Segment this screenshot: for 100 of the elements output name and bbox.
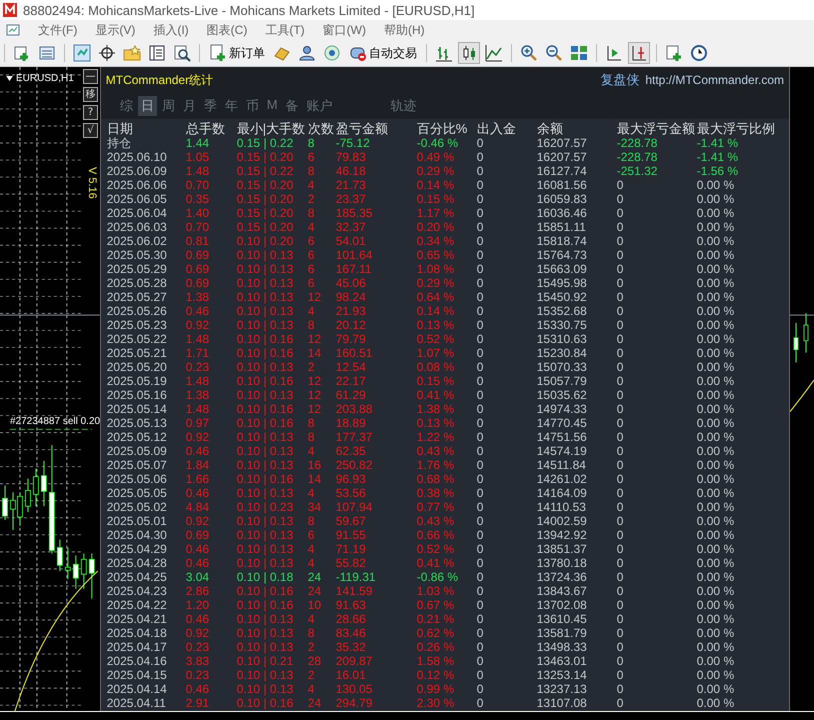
table-cell-text: 0 [616,206,624,220]
crosshair-icon[interactable] [97,43,117,63]
panel-side-button[interactable]: 移 [83,87,98,102]
menu-item[interactable]: 显示(V) [87,22,146,38]
table-cell-text: 0.10 | 0.23 [236,500,294,514]
panel-tab[interactable]: 周 [158,96,178,116]
table-cell-text: 107.94 [336,500,374,514]
table-cell-text: 2025.05.12 [106,430,168,444]
table-cell-text: 1.38 [186,388,210,402]
menu-item[interactable]: 工具(T) [257,22,315,38]
candlestick-icon[interactable] [459,43,479,63]
menu-item[interactable]: 帮助(H) [376,22,435,38]
table-cell-text: 2025.04.18 [106,626,168,640]
new-order-button[interactable]: 新订单 [207,43,267,63]
table-cell-text: 15450.92 [536,290,588,304]
table-cell-text: 0 [616,234,624,248]
dropdown-triangle-icon[interactable] [6,76,13,81]
table-cell-text: 0.00 % [696,388,736,402]
table-cell-text: 28.66 [336,612,367,626]
table-cell-text: 0.34 % [416,234,456,248]
website-link[interactable]: http://MTCommander.com [645,73,784,87]
table-cell-text: 0.69 [186,276,210,290]
signal-icon[interactable] [322,43,342,63]
column-header: 日期 [106,121,134,136]
panel-side-button[interactable]: — [83,69,98,84]
table-cell-text: 0.00 % [696,458,736,472]
menu-item[interactable]: 插入(I) [145,22,199,38]
menu-item[interactable]: 图表(C) [198,22,258,38]
table-cell-text: 0 [476,402,484,416]
table-cell-text: 0.00 % [696,206,736,220]
table-cell-text: 0.00 % [696,248,736,262]
add-indicator-icon[interactable] [664,43,684,63]
table-cell-text: 0 [616,668,624,682]
table-cell-text: 0 [476,416,484,430]
table-cell-text: 0.00 % [696,444,736,458]
panel-tab[interactable]: 年 [222,96,241,116]
table-cell-text: 0.10 | 0.13 [236,430,294,444]
table-cell-text: 2 [308,640,316,654]
panel-tab[interactable]: 账户 [304,96,336,116]
panel-side-button[interactable]: √ [83,123,98,138]
chart-icon[interactable] [72,43,92,63]
chart-shift-icon[interactable] [629,43,649,63]
panel-tab[interactable]: 日 [138,96,157,116]
table-cell-text: 0.10 | 0.16 [236,416,294,430]
table-cell-text: 0.00 % [696,276,736,290]
panel-tab[interactable]: 综 [116,96,136,116]
panel-icon[interactable] [147,43,167,63]
person-icon[interactable] [297,43,317,63]
table-cell-text: 59.67 [336,514,367,528]
grid-icon[interactable] [569,43,589,63]
table-cell-text: 0 [476,584,484,598]
table-cell-text: -0.86 % [416,570,460,584]
auto-trading-button[interactable]: 自动交易 [347,43,419,63]
table-cell-text: 6 [308,262,316,276]
panel-tab[interactable]: 轨迹 [388,96,420,116]
table-cell-text: 13107.08 [536,696,588,710]
table-cell-text: 0 [616,192,624,206]
magnifier-document-icon[interactable] [172,43,192,63]
table-cell-text: 0.10 | 0.13 [236,262,294,276]
table-cell-text: 2025.04.30 [106,528,168,542]
table-cell-text: 8 [308,514,316,528]
zoom-in-icon[interactable] [519,43,539,63]
chart-window-icon[interactable] [6,23,20,37]
table-cell-text: 16207.57 [536,136,588,150]
menu-item[interactable]: 文件(F) [30,22,88,38]
panel-tab[interactable]: 币 [242,96,262,116]
table-cell-text: 0.69 [186,262,210,276]
table-cell-text: 0.10 | 0.13 [236,318,294,332]
table-cell-text: 0.10 | 0.13 [236,458,294,472]
panel-tab[interactable]: 季 [200,96,220,116]
menu-item[interactable]: 窗口(W) [314,22,376,38]
candlestick [41,460,47,507]
table-cell-text: 0.43 % [416,444,456,458]
table-cell-text: -228.78 [616,136,658,150]
panel-tab[interactable]: 月 [180,96,199,116]
clock-icon[interactable] [689,43,709,63]
column-header: 余额 [536,121,564,136]
table-cell-text: 96.93 [336,472,367,486]
table-cell-text: 2025.06.02 [106,234,168,248]
table-cell-text: 0 [616,682,624,696]
table-cell-text: 2025.05.28 [106,276,168,290]
folder-star-icon[interactable] [122,43,142,63]
table-cell-text: 0.26 % [416,640,456,654]
table-cell-text: 14974.33 [536,402,588,416]
table-cell-text: 209.87 [336,654,374,668]
table-cell-text: 91.63 [336,598,367,612]
panel-tab[interactable]: M [264,96,281,116]
panel-tab[interactable]: 备 [282,96,302,116]
table-cell-text: -1.41 % [696,136,740,150]
table-cell-text: 0 [476,514,484,528]
table-cell-text: 0 [616,332,624,346]
table-cell-text: 71.19 [336,542,367,556]
zoom-out-icon[interactable] [544,43,564,63]
line-chart-icon[interactable] [484,43,504,63]
table-cell-text: -228.78 [616,150,658,164]
table-cell-text: 2025.04.23 [106,584,168,598]
table-cell-text: 3.83 [186,654,210,668]
table-cell-text: 0 [616,360,624,374]
panel-side-button[interactable]: ? [83,105,98,120]
table-cell-text: 2025.05.22 [106,332,168,346]
